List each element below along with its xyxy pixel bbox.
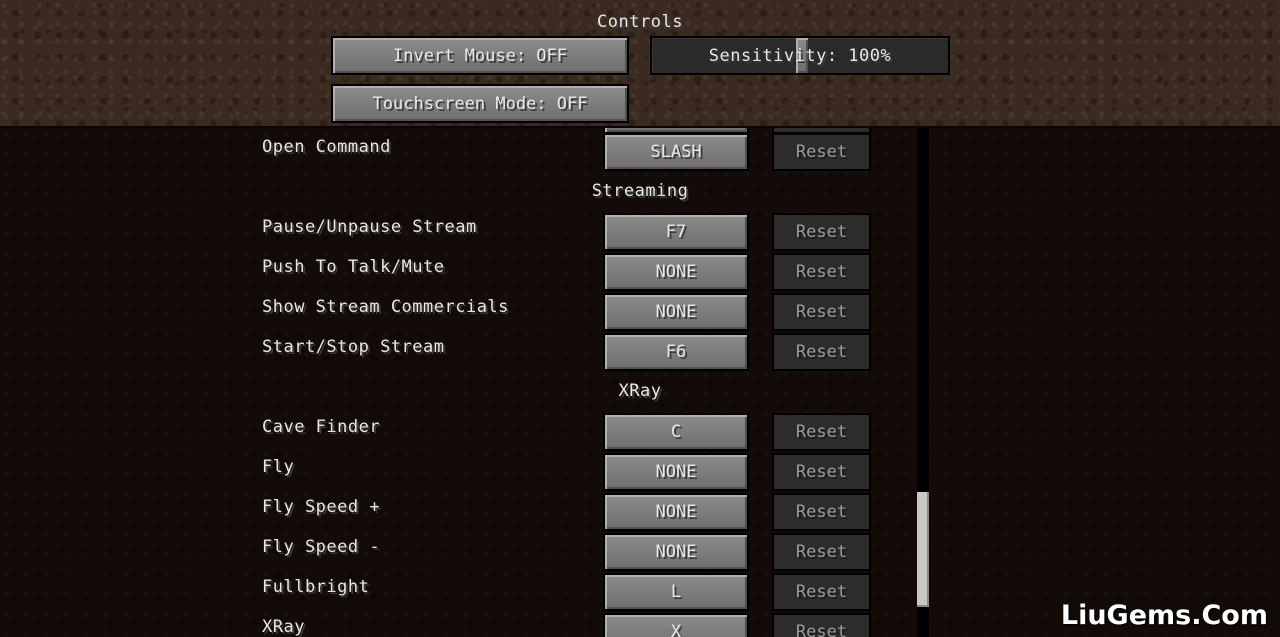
touchscreen-mode-label: Touchscreen Mode: OFF: [372, 93, 588, 114]
keybind-label: Cave Finder: [262, 417, 381, 437]
keybind-label: XRay: [262, 617, 305, 637]
section-header: Streaming: [591, 181, 689, 201]
keybind-key-button[interactable]: C: [603, 413, 749, 451]
keybind-key-button[interactable]: NONE: [603, 533, 749, 571]
reset-button[interactable]: Reset: [772, 533, 871, 571]
reset-button[interactable]: Reset: [772, 493, 871, 531]
controls-screen: Open Command SLASH Reset Streaming Pause/Unp…: [0, 0, 1280, 637]
watermark: LiuGems.Com: [1060, 600, 1268, 631]
sensitivity-label: Sensitivity: 100%: [708, 45, 892, 66]
keybind-label: Show Stream Commercials: [262, 297, 509, 317]
keybind-label: Fly: [262, 457, 295, 477]
sensitivity-slider[interactable]: Sensitivity: 100%: [650, 36, 950, 75]
keybind-key-button[interactable]: X: [603, 613, 749, 637]
invert-mouse-button[interactable]: Invert Mouse: OFF: [331, 36, 629, 75]
keybind-label: Start/Stop Stream: [262, 337, 445, 357]
reset-button[interactable]: Reset: [772, 453, 871, 491]
keybind-key-button[interactable]: NONE: [603, 453, 749, 491]
invert-mouse-label: Invert Mouse: OFF: [393, 45, 567, 66]
reset-button[interactable]: Reset: [772, 613, 871, 637]
keybind-label: Pause/Unpause Stream: [262, 217, 477, 237]
scrollbar-thumb[interactable]: [917, 492, 929, 607]
keybind-label: Fullbright: [262, 577, 370, 597]
keybind-key-button[interactable]: F7: [603, 213, 749, 251]
keybind-list[interactable]: Open Command SLASH Reset Streaming Pause/Unp…: [0, 96, 1280, 637]
keybind-key-button[interactable]: F6: [603, 333, 749, 371]
reset-button[interactable]: Reset: [772, 133, 871, 171]
section-header: XRay: [618, 381, 662, 401]
keybind-key-button[interactable]: SLASH: [603, 133, 749, 171]
controls-header: Controls Invert Mouse: OFF Sensitivity: …: [0, 0, 1280, 128]
reset-button[interactable]: Reset: [772, 293, 871, 331]
reset-button[interactable]: Reset: [772, 213, 871, 251]
reset-button[interactable]: Reset: [772, 253, 871, 291]
keybind-label: Fly Speed +: [262, 497, 381, 517]
keybind-key-button[interactable]: NONE: [603, 293, 749, 331]
page-title: Controls: [597, 12, 683, 32]
keybind-key-button[interactable]: L: [603, 573, 749, 611]
touchscreen-mode-button[interactable]: Touchscreen Mode: OFF: [331, 84, 629, 123]
keybind-key-button[interactable]: NONE: [603, 493, 749, 531]
reset-button[interactable]: Reset: [772, 573, 871, 611]
keybind-label: Open Command: [262, 137, 391, 157]
reset-button[interactable]: Reset: [772, 413, 871, 451]
reset-button[interactable]: Reset: [772, 333, 871, 371]
keybind-label: Push To Talk/Mute: [262, 257, 445, 277]
keybind-key-button[interactable]: NONE: [603, 253, 749, 291]
keybind-label: Fly Speed -: [262, 537, 381, 557]
